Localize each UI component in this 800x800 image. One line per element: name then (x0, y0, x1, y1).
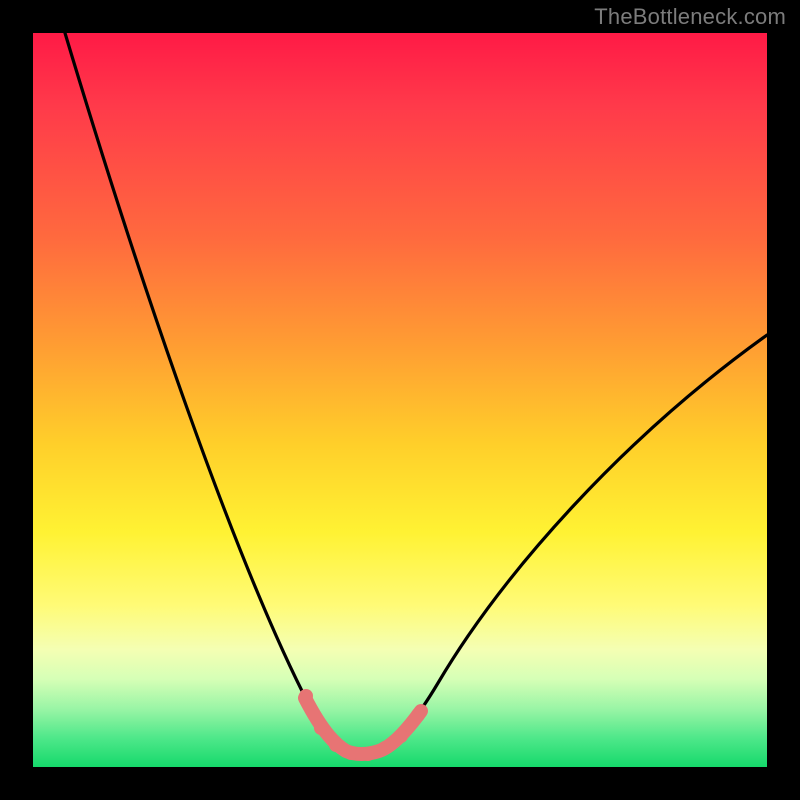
marker-dot (361, 747, 375, 761)
marker-dot (344, 746, 358, 760)
curve-overlay (33, 33, 767, 767)
bottleneck-curve (65, 33, 767, 754)
marker-dot (378, 741, 392, 755)
marker-dot (394, 729, 408, 743)
marker-dot (314, 721, 328, 735)
plot-area (33, 33, 767, 767)
marker-dot (329, 738, 343, 752)
marker-dot (411, 708, 425, 722)
watermark-text: TheBottleneck.com (594, 4, 786, 30)
marker-dot (299, 689, 313, 703)
chart-frame: TheBottleneck.com (0, 0, 800, 800)
